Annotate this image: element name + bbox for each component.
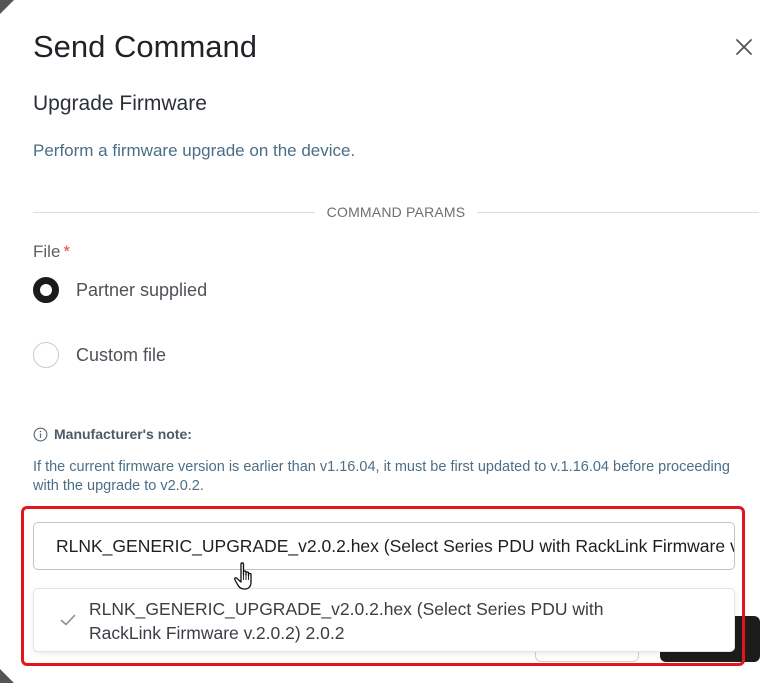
radio-button-unchecked[interactable]: [33, 342, 59, 368]
divider-line-right: [477, 211, 760, 213]
file-label-text: File: [33, 242, 61, 261]
required-marker: *: [63, 242, 71, 261]
params-divider: COMMAND PARAMS: [33, 203, 760, 221]
firmware-dropdown: RLNK_GENERIC_UPGRADE_v2.0.2.hex (Select …: [33, 588, 735, 652]
close-icon: [736, 39, 752, 55]
radio-custom-file[interactable]: Custom file: [33, 342, 166, 368]
manufacturer-note-body: If the current firmware version is earli…: [33, 459, 730, 494]
file-field-label: File *: [33, 242, 70, 262]
window-corner-top-left: [0, 0, 14, 14]
info-icon: [33, 427, 48, 441]
close-button[interactable]: [732, 35, 756, 59]
radio-button-checked[interactable]: [33, 277, 59, 303]
command-name: Upgrade Firmware: [33, 92, 207, 115]
hand-pointer-icon: [234, 562, 252, 590]
divider-line-left: [33, 211, 315, 213]
window-corner-bottom-left: [0, 669, 14, 683]
dialog-title: Send Command: [33, 29, 258, 64]
firmware-select-value: RLNK_GENERIC_UPGRADE_v2.0.2.hex (Select …: [56, 535, 734, 556]
dropdown-option-firmware[interactable]: RLNK_GENERIC_UPGRADE_v2.0.2.hex (Select …: [34, 589, 734, 651]
command-description: Perform a firmware upgrade on the device…: [33, 141, 356, 160]
check-icon: [60, 614, 76, 626]
radio-partner-supplied[interactable]: Partner supplied: [33, 277, 207, 303]
note-heading-text: Manufacturer's note:: [54, 426, 192, 442]
radio-label-partner-supplied: Partner supplied: [76, 279, 208, 300]
firmware-select[interactable]: RLNK_GENERIC_UPGRADE_v2.0.2.hex (Select …: [33, 522, 735, 570]
manufacturer-note-heading: Manufacturer's note:: [33, 426, 192, 442]
radio-label-custom-file: Custom file: [76, 344, 167, 365]
params-divider-label: COMMAND PARAMS: [326, 204, 466, 220]
dropdown-option-label: RLNK_GENERIC_UPGRADE_v2.0.2.hex (Select …: [89, 599, 604, 643]
